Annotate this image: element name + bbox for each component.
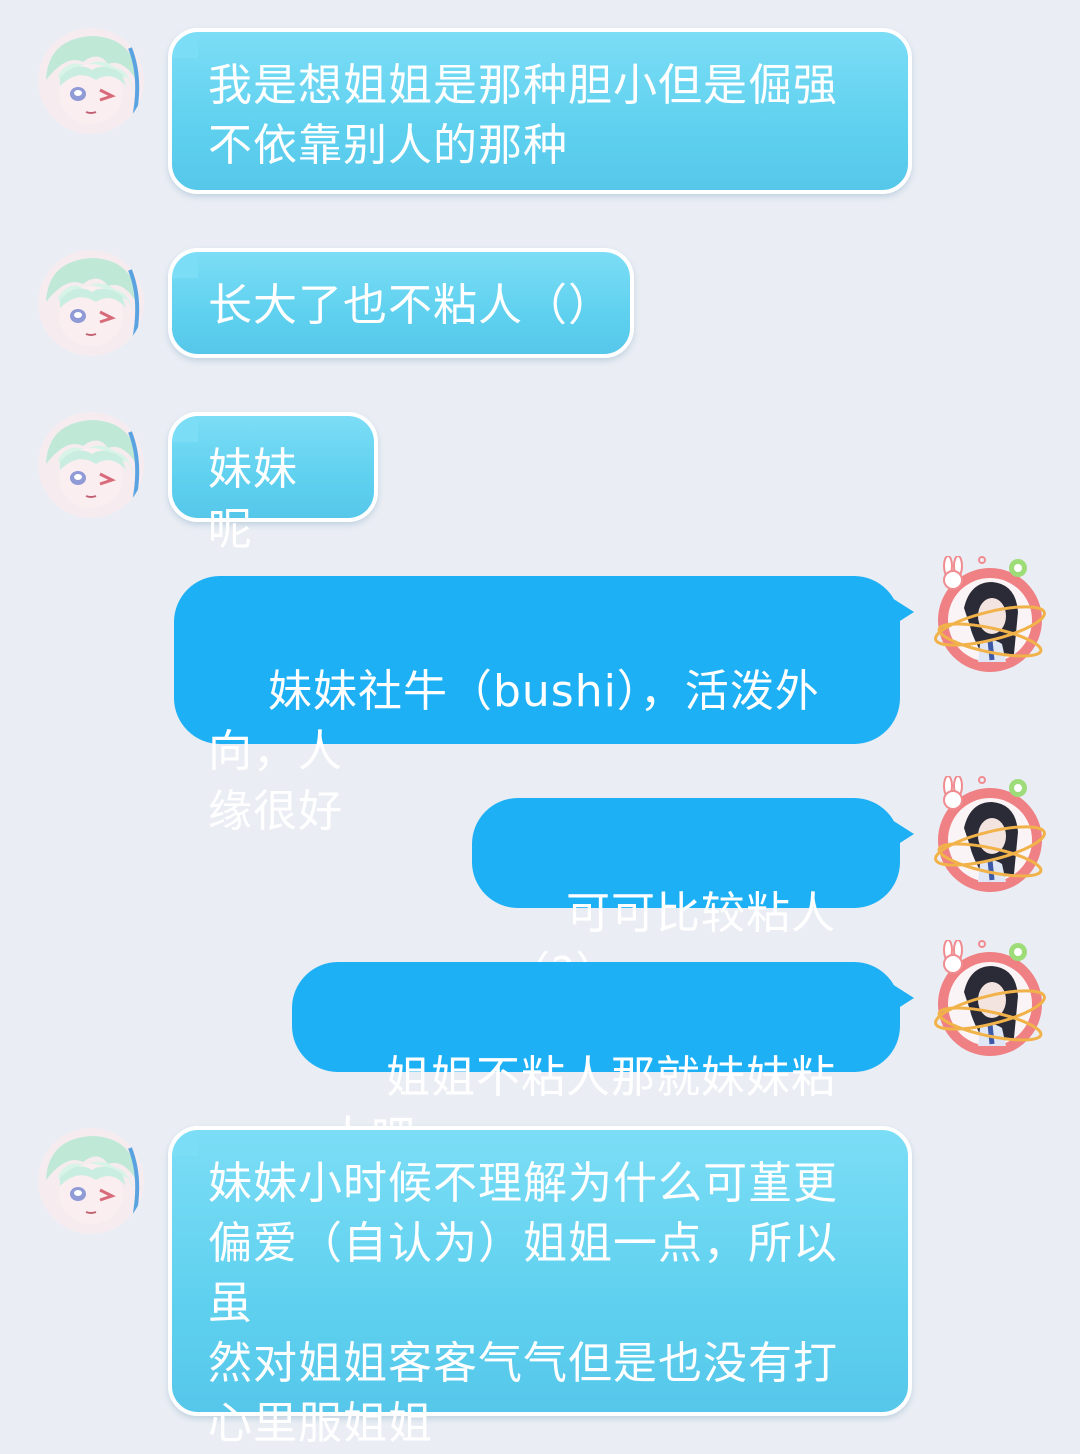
incoming-message-bubble[interactable]: 妹妹小时候不理解为什么可堇更 偏爱（自认为）姐姐一点，所以虽 然对姐姐客客气气但…: [168, 1126, 912, 1449]
outgoing-message-bubble[interactable]: 妹妹社牛（bushi），活泼外向，人 缘很好: [174, 576, 914, 837]
outgoing-message-bubble[interactable]: 姐姐不粘人那就妹妹粘人吧: [292, 962, 914, 1163]
bubble-tail: [892, 820, 914, 848]
green-hair-avatar-icon[interactable]: [38, 250, 144, 356]
dark-hair-avatar-icon[interactable]: [930, 555, 1050, 676]
dark-hair-avatar-icon[interactable]: [930, 775, 1050, 896]
dark-hair-avatar-icon[interactable]: [930, 939, 1050, 1060]
green-hair-avatar-icon[interactable]: [38, 412, 144, 518]
chat-screen: { "messages": [ {"side": "in", "text": "…: [0, 0, 1080, 1452]
green-hair-avatar-icon[interactable]: [38, 28, 144, 134]
bubble-tail: [892, 984, 914, 1012]
outgoing-message-bubble[interactable]: 可可比较粘人（?）: [472, 798, 914, 999]
bubble-tail: [892, 598, 914, 626]
incoming-message-bubble[interactable]: 妹妹呢: [168, 412, 378, 555]
incoming-message-bubble[interactable]: 我是想姐姐是那种胆小但是倔强 不依靠别人的那种: [168, 28, 912, 194]
incoming-message-bubble[interactable]: 长大了也不粘人（）: [168, 248, 634, 358]
green-hair-avatar-icon[interactable]: [38, 1128, 144, 1234]
